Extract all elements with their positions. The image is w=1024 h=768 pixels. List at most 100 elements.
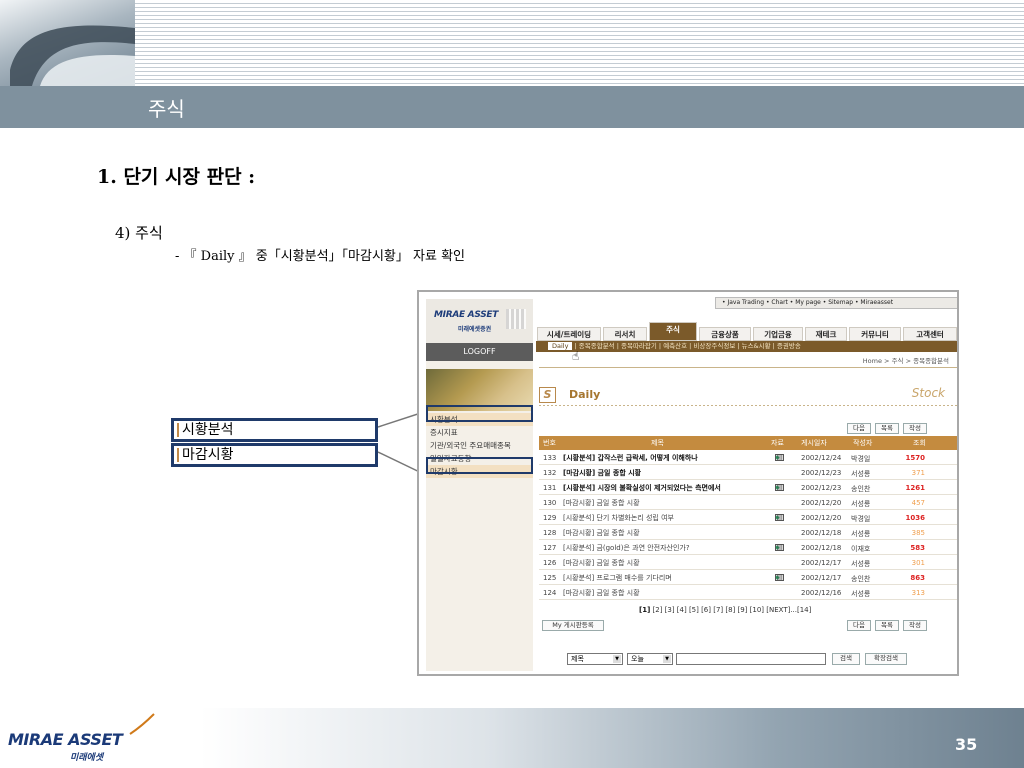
chevron-down-icon: ▼ [613,655,621,663]
section-icon: S [539,387,556,403]
row-views: 371 [911,469,925,477]
chevron-down-icon: ▼ [663,655,671,663]
browser-screenshot: MIRAE ASSET 미래에셋증권 LOGOFF 시황분석 증시지표 기관/외… [417,290,959,676]
pagination: [1] [2] [3] [4] [5] [6] [7] [8] [9] [10]… [639,606,811,614]
sidebar-item-indicators[interactable]: 증시지표 [426,426,533,439]
table-row[interactable]: 128 [마감시황] 금일 종합 시황 2002/12/18 서성룡 385 [539,527,957,540]
slide-instruction: - 『 Daily 』 중「시황분석」「마감시황」 자료 확인 [175,249,465,264]
col-attachment: 자료 [771,439,784,447]
row-title[interactable]: [시황분석] 갑작스런 급락세, 어떻게 이해하나 [563,454,788,463]
row-views: 313 [911,589,925,597]
row-author: 박경일 [851,455,871,463]
divider [539,367,957,368]
row-author: 서성룡 [851,470,871,478]
subnav-daily[interactable]: Daily [548,342,573,350]
table-row[interactable]: 125 [시황분석] 프로그램 매수를 기다리며 2002/12/17 송인찬 863 ◆… [539,572,957,585]
page-number: 35 [955,735,978,754]
col-title: 제목 [651,439,664,447]
tab-trading[interactable]: 시세/트레이딩 [537,327,601,341]
row-title[interactable]: [시황분석] 시장의 불확실성이 제거되었다는 측면에서 [563,484,788,493]
site-logo[interactable]: MIRAE ASSET 미래에셋증권 [426,299,533,343]
table-row[interactable]: 124 [마감시황] 금일 종합 시황 2002/12/16 서성룡 313 [539,587,957,600]
row-title[interactable]: [시황분석] 프로그램 매수를 기다리며 [563,574,788,583]
search-field-select[interactable]: 제목 ▼ [567,653,623,665]
search-period-select[interactable]: 오늘 ▼ [627,653,673,665]
write-button[interactable]: 작성 [903,423,927,434]
row-author: 서성룡 [851,590,871,598]
section-title: Daily [569,388,601,401]
row-title[interactable]: [마감시황] 금일 종합 시황 [563,529,788,538]
row-title[interactable]: [마감시황] 금일 종합 시황 [563,499,788,508]
row-title[interactable]: [마감시황] 금일 종합 시황 [563,469,788,478]
next-button-bottom[interactable]: 다음 [847,620,871,631]
row-title[interactable]: [마감시황] 금일 종합 시황 [563,589,788,598]
row-author: 이재호 [851,545,871,553]
col-views: 조회 [913,439,926,447]
sub-navigation: Daily | 종목종합분석 | 종목따라잡기 | 예측산호 | 비상장주식정보… [536,341,957,352]
top-utility-links[interactable]: • Java Trading • Chart • My page • Sitem… [715,297,957,309]
page-current[interactable]: [1] [639,606,650,614]
row-number: 130 [543,499,557,507]
tab-financial-products[interactable]: 금융상품 [699,327,751,341]
write-button-bottom[interactable]: 작성 [903,620,927,631]
tab-customer-center[interactable]: 고객센터 [903,327,957,341]
list-button-bottom[interactable]: 목록 [875,620,899,631]
slide-subheading: 4) 주식 [115,224,163,242]
advanced-search-button[interactable]: 확장검색 [865,653,907,665]
row-views: 457 [911,499,925,507]
row-title[interactable]: [마감시황] 금일 종합 시황 [563,559,788,568]
table-row[interactable]: 130 [마감시황] 금일 종합 시황 2002/12/20 서성룡 457 [539,497,957,510]
table-row[interactable]: 132 [마감시황] 금일 종합 시황 2002/12/23 서성룡 371 [539,467,957,480]
table-row[interactable]: 129 [시황분석] 단기 차별화논리 성립 여부 2002/12/20 박경일 103… [539,512,957,525]
row-date: 2002/12/23 [801,469,842,477]
footer-logo-korean: 미래에셋 [70,753,104,763]
table-row[interactable]: 126 [마감시황] 금일 종합 시황 2002/12/17 서성룡 301 [539,557,957,570]
sidebar-item-institutions[interactable]: 기관/외국인 주요매매종목 [426,439,533,452]
col-author: 작성자 [853,439,873,447]
tab-research[interactable]: 리서치 [603,327,647,341]
table-row[interactable]: 127 [시황분석] 금(gold)은 과연 안전자산인가? 2002/12/18 이… [539,542,957,555]
list-button[interactable]: 목록 [875,423,899,434]
callout-closing-market: 마감시황 [171,443,378,467]
row-views: 863 [910,574,925,582]
search-button[interactable]: 검색 [832,653,860,665]
my-board-register-button[interactable]: My 게시판등록 [542,620,604,631]
logoff-button[interactable]: LOGOFF [426,343,533,361]
row-date: 2002/12/16 [801,589,842,597]
row-number: 133 [543,454,557,462]
header-stripes [0,0,1024,86]
table-row[interactable]: 131 [시황분석] 시장의 불확실성이 제거되었다는 측면에서 2002/12/2… [539,482,957,495]
row-number: 128 [543,529,557,537]
row-views: 583 [910,544,925,552]
row-views: 1036 [905,514,925,522]
highlight-box-market-analysis [426,405,533,422]
row-date: 2002/12/18 [801,544,842,552]
row-date: 2002/12/20 [801,499,842,507]
tab-corporate-finance[interactable]: 기업금융 [753,327,803,341]
search-input[interactable] [676,653,826,665]
row-title[interactable]: [시황분석] 단기 차별화논리 성립 여부 [563,514,788,523]
row-author: 서성룡 [851,500,871,508]
footer-logo-swoosh-icon [129,713,155,735]
tab-community[interactable]: 커뮤니티 [849,327,901,341]
row-number: 124 [543,589,557,597]
row-views: 385 [911,529,925,537]
page-next[interactable]: [NEXT]...[14] [766,606,811,614]
left-sidebar: MIRAE ASSET 미래에셋증권 LOGOFF 시황분석 증시지표 기관/외… [426,299,533,671]
row-title[interactable]: [시황분석] 금(gold)은 과연 안전자산인가? [563,544,788,553]
row-views: 301 [911,559,925,567]
row-views: 1570 [905,454,925,462]
subnav-other-links[interactable]: | 종목종합분석 | 종목따라잡기 | 예측산호 | 비상장주식정보 | 뉴스&… [575,342,801,350]
row-date: 2002/12/17 [801,559,842,567]
hand-cursor-icon: ☝ [572,349,580,363]
tab-stocks[interactable]: 주식 [649,322,697,341]
row-date: 2002/12/23 [801,484,842,492]
page-links[interactable]: [2] [3] [4] [5] [6] [7] [8] [9] [10] [653,606,765,614]
row-number: 127 [543,544,557,552]
table-row[interactable]: 133 [시황분석] 갑작스런 급락세, 어떻게 이해하나 2002/12/24 박경… [539,452,957,465]
row-date: 2002/12/18 [801,529,842,537]
tab-wealth[interactable]: 재테크 [805,327,847,341]
next-button[interactable]: 다음 [847,423,871,434]
footer-logo: MIRAE ASSET [8,730,123,749]
breadcrumb: Home > 주식 > 종목종합분석 [862,357,949,365]
